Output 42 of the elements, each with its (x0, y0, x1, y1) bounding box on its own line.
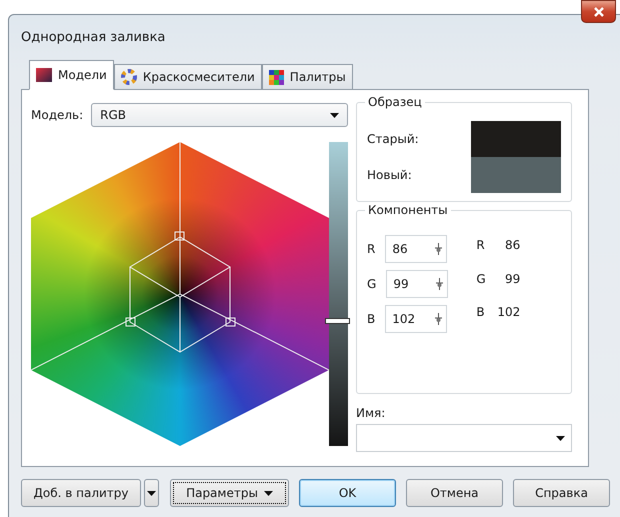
caret-icon (147, 490, 156, 496)
channel-label: B (476, 305, 486, 322)
tab[interactable]: Модели (29, 60, 114, 90)
channel-label: R (476, 238, 486, 254)
gradient-square-icon (36, 68, 52, 82)
spinner-icon[interactable] (435, 313, 442, 325)
window-title: Однородная заливка (21, 28, 166, 46)
channel-label: G (367, 277, 376, 291)
channel-value: 102 (496, 305, 520, 322)
close-icon (592, 6, 604, 16)
close-button[interactable] (581, 0, 616, 23)
channel-label: R (367, 242, 376, 256)
swatch-label: Новый: (367, 168, 412, 182)
tab[interactable]: Палитры (262, 64, 353, 90)
swatch-label: Старый: (367, 132, 419, 146)
channel-label: G (476, 272, 487, 288)
name-label: Имя: (356, 406, 386, 420)
add-to-palette-button[interactable]: Доб. в палитру (21, 479, 141, 507)
slider-thumb[interactable] (325, 318, 350, 324)
channel-value: 99 (504, 272, 520, 288)
dropdown-button[interactable] (144, 479, 159, 507)
number-field[interactable]: 102 (385, 305, 448, 333)
number-field[interactable]: 86 (385, 235, 448, 263)
ok-button[interactable]: OK (299, 479, 396, 507)
color-grid-icon (268, 70, 284, 84)
tab[interactable]: Краскосмесители (114, 64, 262, 90)
dialog-button[interactable]: Отмена (406, 479, 503, 507)
caret-icon (264, 490, 273, 496)
spinner-icon[interactable] (435, 243, 442, 255)
caret-icon (556, 436, 565, 440)
options-button[interactable]: Параметры (170, 479, 289, 507)
color-wheel-icon (120, 69, 137, 85)
channel-value: 86 (504, 238, 520, 254)
channel-label: B (367, 312, 376, 326)
caret-icon (330, 112, 339, 118)
dialog-button[interactable]: Справка (513, 479, 610, 507)
spinner-icon[interactable] (436, 278, 444, 290)
group-title: Образец (365, 95, 425, 109)
model-label: Модель: (31, 108, 84, 122)
number-field[interactable]: 99 (386, 270, 448, 298)
group-title: Компоненты (365, 203, 451, 217)
model-dropdown[interactable]: RGB (91, 103, 348, 127)
